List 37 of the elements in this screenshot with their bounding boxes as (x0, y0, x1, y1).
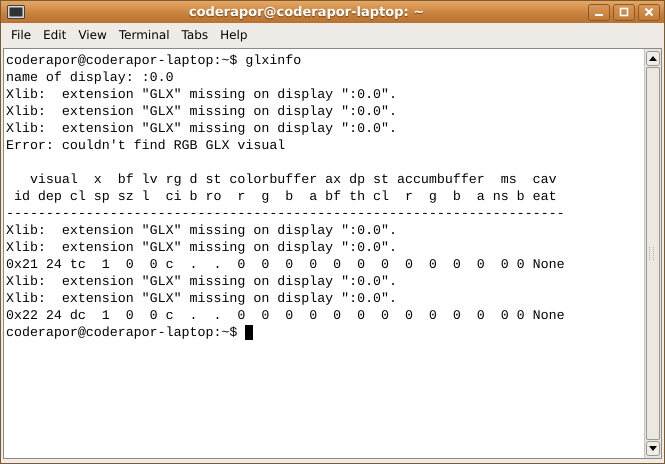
menu-item[interactable]: View (72, 26, 113, 44)
terminal-line: Xlib: extension "GLX" missing on display ":0.0". (6, 86, 398, 103)
text-cursor (245, 325, 254, 340)
terminal-line: coderapor@coderapor-laptop:~$ glxinfo (6, 52, 302, 69)
menu-item[interactable]: Terminal (112, 26, 176, 44)
menu-item[interactable]: Help (214, 26, 254, 44)
terminal-line: 0x22 24 dc 1 0 0 c . . 0 0 0 0 0 0 0 0 0 0 0 0 0 None (6, 307, 566, 324)
terminal-line: Xlib: extension "GLX" missing on display ":0.0". (6, 239, 398, 256)
terminal-line: id dep cl sp sz l ci b ro r g b a bf th cl r g b a ns b eat (12, 188, 558, 205)
down-arrow-icon (649, 446, 657, 451)
terminal-line: 0x21 24 tc 1 0 0 c . . 0 0 0 0 0 0 0 0 0 0 0 0 0 None (6, 256, 566, 273)
terminal-line: Xlib: extension "GLX" missing on display ":0.0". (6, 273, 398, 290)
terminal-line: Error: couldn't find RGB GLX visual (6, 137, 286, 154)
menu-item[interactable]: Edit (37, 26, 72, 44)
up-arrow-icon (649, 56, 657, 61)
scroll-down-button[interactable] (646, 441, 660, 456)
terminal-line: Xlib: extension "GLX" missing on display ":0.0". (6, 290, 398, 307)
menu-item[interactable]: Tabs (176, 26, 214, 44)
scrollbar-thumb[interactable] (646, 67, 660, 440)
terminal-line: visual x bf lv rg d st colorbuffer ax dp st accumbuffer ms cav (28, 171, 558, 188)
terminal-line: Xlib: extension "GLX" missing on display ":0.0". (6, 103, 398, 120)
terminal-line: ---------------------------------------------------------------------- (6, 205, 566, 222)
minimize-icon (595, 14, 603, 16)
terminal-line: name of display: :0.0 (6, 69, 175, 86)
close-button[interactable] (638, 4, 660, 20)
maximize-icon (619, 7, 629, 17)
terminal-line: Xlib: extension "GLX" missing on display ":0.0". (6, 120, 398, 137)
menu-item[interactable]: File (5, 26, 38, 44)
terminal-icon (7, 5, 25, 19)
window-title: coderapor@coderapor-laptop: ~ (188, 4, 426, 20)
terminal-line: Xlib: extension "GLX" missing on display ":0.0". (6, 222, 398, 239)
scroll-up-button[interactable] (646, 51, 660, 66)
scrollbar[interactable] (644, 49, 661, 458)
close-icon (644, 7, 654, 17)
terminal-prompt: coderapor@coderapor-laptop:~$ (6, 324, 238, 341)
minimize-button[interactable] (588, 4, 610, 20)
maximize-button[interactable] (613, 4, 635, 20)
